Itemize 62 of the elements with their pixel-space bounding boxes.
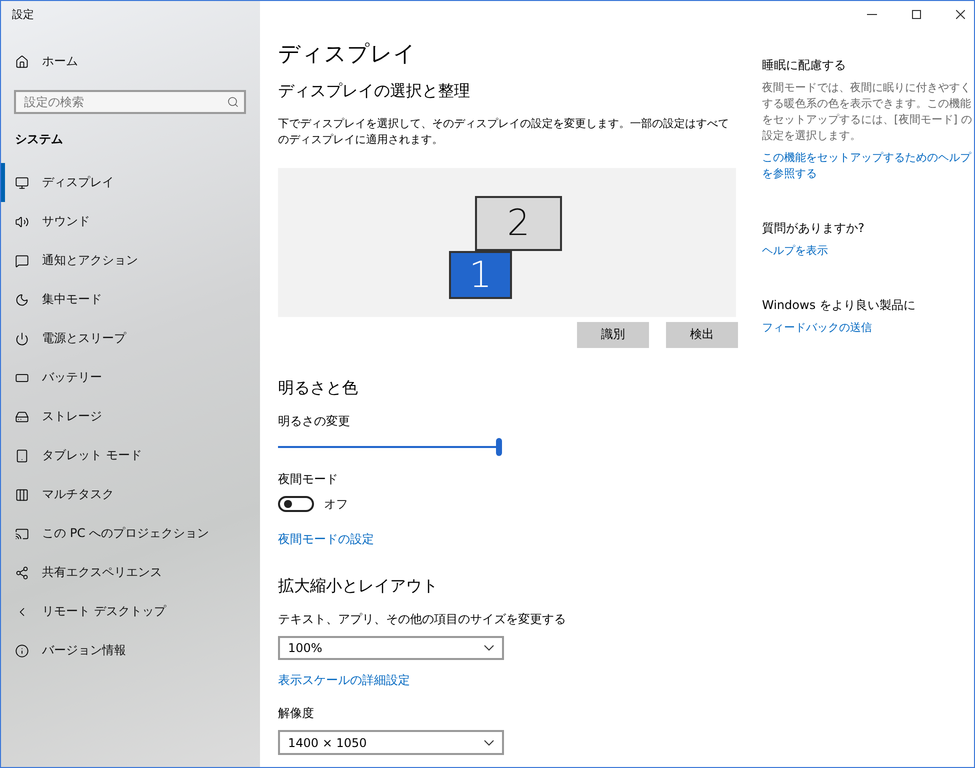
page-title: ディスプレイ	[278, 41, 416, 70]
resolution-dropdown[interactable]: 1400 × 1050	[278, 730, 504, 755]
sidebar-item[interactable]: この PC へのプロジェクション	[1, 514, 260, 553]
field-label: 夜間モード	[278, 470, 338, 488]
chevron-down-icon	[484, 645, 494, 652]
section-heading: 拡大縮小とレイアウト	[278, 576, 438, 597]
window-title: 設定	[12, 7, 34, 22]
night-mode-settings-link[interactable]: 夜間モードの設定	[278, 530, 374, 548]
scale-dropdown[interactable]: 100%	[278, 636, 504, 660]
section-heading: 明るさと色	[278, 378, 358, 399]
home-icon	[15, 54, 29, 68]
aside-heading: Windows をより良い製品に	[762, 297, 916, 314]
maximize-icon	[912, 10, 920, 18]
search-icon	[227, 96, 239, 108]
monitor-tile[interactable]: 2	[475, 196, 562, 252]
aside-heading: 質問がありますか?	[762, 220, 864, 237]
monitor-tile[interactable]: 1	[449, 251, 512, 300]
aside-text: 夜間モードでは、夜間に眠りに付きやすくする暖色系の色を表示できます。この機能をセットアップするには、[夜間モード] の設定を選択します。	[762, 80, 974, 144]
detect-button[interactable]: 検出	[666, 322, 738, 348]
sidebar-item[interactable]: 通知とアクション	[1, 241, 260, 280]
help-link[interactable]: フィードバックの送信	[762, 320, 974, 336]
tablet-icon	[15, 448, 29, 462]
brightness-slider[interactable]	[278, 438, 502, 455]
description-text: 下でディスプレイを選択して、そのディスプレイの設定を変更します。一部の設定はすべてのディスプレイに適用されます。	[278, 116, 730, 148]
info-icon	[15, 644, 29, 658]
home-nav-item[interactable]: ホーム	[1, 42, 260, 81]
drive-icon	[15, 410, 29, 424]
sidebar-item[interactable]: マルチタスク	[1, 475, 260, 514]
help-link[interactable]: この機能をセットアップするためのヘルプを参照する	[762, 150, 974, 182]
sidebar-item[interactable]: タブレット モード	[1, 436, 260, 475]
identify-button[interactable]: 識別	[577, 322, 649, 348]
sidebar-item[interactable]: バージョン情報	[1, 631, 260, 670]
aside-heading: 睡眠に配慮する	[762, 57, 846, 74]
field-label: テキスト、アプリ、その他の項目のサイズを変更する	[278, 610, 566, 628]
section-heading: システム	[15, 131, 63, 148]
speaker-icon	[15, 214, 29, 228]
sidebar-item[interactable]: ディスプレイ	[1, 163, 260, 202]
toggle-state-text: オフ	[324, 496, 348, 513]
sidebar-item[interactable]: バッテリー	[1, 358, 260, 397]
message-icon	[15, 254, 29, 268]
chevron-down-icon	[484, 740, 494, 746]
field-label: 明るさの変更	[278, 412, 350, 430]
section-heading: ディスプレイの選択と整理	[278, 81, 470, 102]
advanced-scale-link[interactable]: 表示スケールの詳細設定	[278, 672, 410, 690]
help-link[interactable]: ヘルプを表示	[762, 243, 974, 259]
sidebar-item[interactable]: 共有エクスペリエンス	[1, 553, 260, 592]
night-mode-toggle[interactable]	[278, 496, 314, 512]
sidebar-item[interactable]: ストレージ	[1, 397, 260, 436]
power-icon	[15, 332, 29, 346]
columns-icon	[15, 488, 29, 502]
field-label: 解像度	[278, 705, 314, 722]
cast-icon	[15, 526, 29, 540]
sidebar-item[interactable]: 集中モード	[1, 280, 260, 319]
close-icon	[956, 10, 964, 18]
slider-thumb[interactable]	[496, 438, 502, 456]
sidebar-item[interactable]: リモート デスクトップ	[1, 592, 260, 631]
share-icon	[15, 566, 29, 580]
moon-icon	[15, 292, 29, 306]
search-field[interactable]: 設定の検索	[14, 90, 246, 114]
sidebar-item[interactable]: サウンド	[1, 202, 260, 241]
sidebar-item[interactable]: 電源とスリープ	[1, 319, 260, 358]
monitor-icon	[15, 176, 29, 190]
